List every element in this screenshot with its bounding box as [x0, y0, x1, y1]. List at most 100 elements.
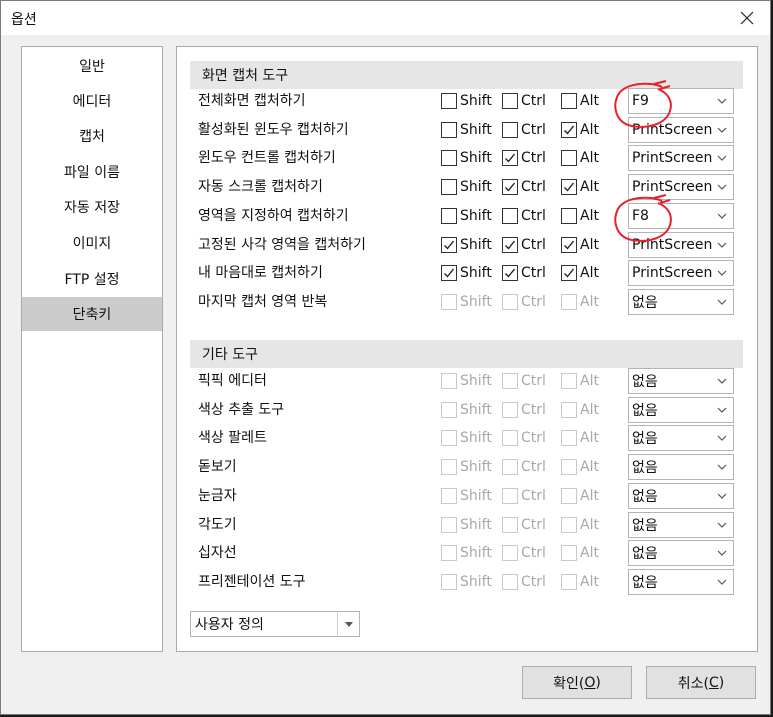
- ctrl-checkbox[interactable]: Ctrl: [502, 177, 546, 197]
- ctrl-checkbox[interactable]: Ctrl: [502, 235, 546, 255]
- preset-dropdown-button[interactable]: [337, 612, 359, 636]
- key-select-value: 없음: [632, 295, 658, 311]
- alt-checkbox[interactable]: Alt: [561, 235, 599, 255]
- key-select[interactable]: PrintScreen: [628, 260, 734, 286]
- key-select-value: PrintScreen: [632, 237, 713, 253]
- section-header: 화면 캡처 도구: [190, 61, 743, 89]
- nav-item-1[interactable]: 에디터: [22, 84, 162, 118]
- check-icon: [505, 153, 516, 163]
- check-icon: [564, 182, 575, 192]
- close-button[interactable]: [724, 1, 770, 35]
- alt-checkbox-box: [561, 208, 577, 224]
- key-select[interactable]: 없음: [628, 540, 734, 566]
- alt-checkbox-box: [561, 294, 577, 310]
- nav-item-5[interactable]: 이미지: [22, 226, 162, 260]
- alt-checkbox-box: [561, 265, 577, 281]
- triangle-down-icon: [344, 621, 353, 627]
- alt-checkbox[interactable]: Alt: [561, 120, 599, 140]
- ctrl-checkbox-label: Ctrl: [521, 430, 546, 446]
- shift-checkbox-box: [441, 237, 457, 253]
- alt-checkbox[interactable]: Alt: [561, 263, 599, 283]
- key-select[interactable]: 없음: [628, 454, 734, 480]
- nav-item-4[interactable]: 자동 저장: [22, 190, 162, 224]
- shift-checkbox[interactable]: Shift: [441, 177, 492, 197]
- shift-checkbox[interactable]: Shift: [441, 206, 492, 226]
- preset-combobox[interactable]: 사용자 정의: [190, 611, 360, 637]
- alt-checkbox-label: Alt: [580, 430, 599, 446]
- alt-checkbox[interactable]: Alt: [561, 206, 599, 226]
- check-icon: [505, 182, 516, 192]
- key-select[interactable]: 없음: [628, 368, 734, 394]
- key-select[interactable]: PrintScreen: [628, 232, 734, 258]
- key-select-value: 없음: [632, 575, 658, 591]
- shift-checkbox[interactable]: Shift: [441, 235, 492, 255]
- ctrl-checkbox-label: Ctrl: [521, 150, 546, 166]
- ctrl-checkbox-box: [502, 208, 518, 224]
- shift-checkbox[interactable]: Shift: [441, 91, 492, 111]
- nav-item-6[interactable]: FTP 설정: [22, 262, 162, 296]
- key-select-value: PrintScreen: [632, 179, 713, 195]
- alt-checkbox[interactable]: Alt: [561, 91, 599, 111]
- ctrl-checkbox[interactable]: Ctrl: [502, 263, 546, 283]
- ctrl-checkbox-box: [502, 373, 518, 389]
- key-select-value: 없음: [632, 374, 658, 390]
- nav-item-2[interactable]: 캡처: [22, 119, 162, 153]
- cancel-button[interactable]: 취소(C): [646, 666, 756, 699]
- hotkey-label: 자동 스크롤 캡처하기: [198, 179, 323, 195]
- alt-checkbox: Alt: [561, 400, 599, 420]
- key-select[interactable]: F8: [628, 203, 734, 229]
- nav-item-3[interactable]: 파일 이름: [22, 155, 162, 189]
- key-select[interactable]: 없음: [628, 512, 734, 538]
- key-select-value: 없음: [632, 403, 658, 419]
- shift-checkbox-box: [441, 574, 457, 590]
- nav-item-label: 이미지: [72, 236, 112, 252]
- alt-checkbox-box: [561, 402, 577, 418]
- window-title: 옵션: [11, 12, 37, 28]
- shift-checkbox[interactable]: Shift: [441, 120, 492, 140]
- shift-checkbox-box: [441, 430, 457, 446]
- key-select-value: 없음: [632, 460, 658, 476]
- key-select[interactable]: 없음: [628, 289, 734, 315]
- key-select[interactable]: PrintScreen: [628, 174, 734, 200]
- ctrl-checkbox: Ctrl: [502, 572, 546, 592]
- alt-checkbox-box: [561, 122, 577, 138]
- ctrl-checkbox[interactable]: Ctrl: [502, 91, 546, 111]
- alt-checkbox[interactable]: Alt: [561, 148, 599, 168]
- section-header: 기타 도구: [190, 340, 743, 368]
- ctrl-checkbox: Ctrl: [502, 543, 546, 563]
- ok-button[interactable]: 확인(O): [522, 666, 632, 699]
- nav-item-0[interactable]: 일반: [22, 49, 162, 83]
- ok-button-label: 확인(: [553, 675, 585, 692]
- alt-checkbox-label: Alt: [580, 373, 599, 389]
- key-select-value: 없음: [632, 518, 658, 534]
- alt-checkbox-box: [561, 179, 577, 195]
- ctrl-checkbox[interactable]: Ctrl: [502, 120, 546, 140]
- alt-checkbox-label: Alt: [580, 459, 599, 475]
- alt-checkbox: Alt: [561, 292, 599, 312]
- key-select[interactable]: PrintScreen: [628, 117, 734, 143]
- shift-checkbox: Shift: [441, 457, 492, 477]
- hotkey-label: 전체화면 캡처하기: [198, 93, 306, 109]
- shift-checkbox[interactable]: Shift: [441, 263, 492, 283]
- shift-checkbox[interactable]: Shift: [441, 148, 492, 168]
- alt-checkbox-box: [561, 545, 577, 561]
- key-select[interactable]: 없음: [628, 397, 734, 423]
- key-select[interactable]: PrintScreen: [628, 145, 734, 171]
- ctrl-checkbox-label: Ctrl: [521, 488, 546, 504]
- nav-item-7[interactable]: 단축키: [22, 297, 162, 331]
- key-select[interactable]: 없음: [628, 425, 734, 451]
- ctrl-checkbox[interactable]: Ctrl: [502, 206, 546, 226]
- alt-checkbox[interactable]: Alt: [561, 177, 599, 197]
- alt-checkbox-box: [561, 574, 577, 590]
- shift-checkbox-label: Shift: [460, 488, 492, 504]
- key-select[interactable]: 없음: [628, 569, 734, 595]
- ctrl-checkbox[interactable]: Ctrl: [502, 148, 546, 168]
- key-select[interactable]: 없음: [628, 483, 734, 509]
- ok-button-mnemonic: O: [584, 674, 596, 691]
- hotkey-label: 영역을 지정하여 캡처하기: [198, 208, 349, 224]
- ctrl-checkbox-label: Ctrl: [521, 459, 546, 475]
- ctrl-checkbox: Ctrl: [502, 400, 546, 420]
- key-select[interactable]: F9: [628, 88, 734, 114]
- alt-checkbox-label: Alt: [580, 488, 599, 504]
- nav-item-label: 일반: [79, 59, 105, 75]
